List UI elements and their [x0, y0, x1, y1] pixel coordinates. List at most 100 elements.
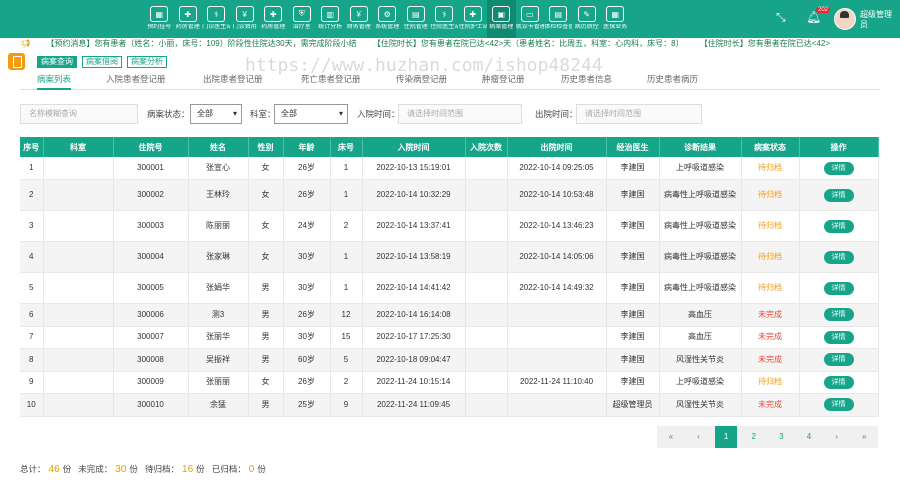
nav-item[interactable]: ⛨ 治疗室	[288, 0, 317, 38]
discharge-time-input[interactable]: 请选择时间范围	[576, 104, 702, 124]
subnav-record-query[interactable]: 病案查询	[37, 56, 77, 68]
nav-item[interactable]: ✚ 药房管理	[259, 0, 288, 38]
module-nav: ▦ 预约挂号 ✚ 药房管理 ⚕ 门诊医生站 ¥ 门诊费用 ✚ 药房管理 ⛨ 治疗室 ▥ 统计分析 ¥ 财务管理…	[145, 0, 630, 38]
detail-button[interactable]: 详情	[823, 353, 854, 367]
table-cell: 男	[248, 393, 284, 417]
bed-icon: ▤	[406, 6, 425, 22]
detail-button[interactable]: 详情	[823, 250, 854, 264]
nav-item-label: 门诊费用	[232, 24, 257, 30]
table-cell	[465, 303, 508, 327]
ticker-message[interactable]: 【预约消息】您有患者（姓名：小丽，床号：109）阶段性住院达30天，需完成阶段小…	[46, 38, 356, 50]
nav-item[interactable]: ▭ 就诊卡管理	[516, 0, 545, 38]
nav-item[interactable]: ¥ 财务管理	[345, 0, 374, 38]
table-cell: 男	[248, 348, 284, 372]
table-cell: 王林玲	[188, 179, 249, 211]
table-cell: 2	[20, 179, 44, 211]
table-body: 1 300001 张宣心女 26岁 1 2022-10-13 15:19:01 2022-1…	[20, 157, 879, 417]
nav-item[interactable]: ⚙ 系统管理	[373, 0, 402, 38]
nav-item[interactable]: ✎ 病历质控	[573, 0, 602, 38]
page-button[interactable]: 3	[770, 426, 792, 448]
table-cell: 详情	[799, 326, 879, 349]
table-cell	[465, 371, 508, 394]
search-input[interactable]: 名称模糊查询	[20, 104, 138, 124]
column-header: 入院次数	[465, 137, 508, 157]
table-cell: 26岁	[283, 179, 331, 211]
calendar-icon: ▦	[150, 6, 169, 22]
nav-item[interactable]: ▦ 预约挂号	[145, 0, 174, 38]
tab-history-info[interactable]: 历史患者信息	[561, 73, 612, 85]
table-cell: 未完成	[741, 303, 800, 327]
card-icon: ▭	[520, 6, 539, 22]
table-cell: 12	[330, 303, 363, 327]
ticker-message[interactable]: 【住院时长】您有患者在院已达<42>	[700, 38, 830, 50]
shrink-icon[interactable]: ⤡	[776, 10, 786, 25]
nav-item[interactable]: ▣ 病案管理	[487, 0, 516, 38]
table-cell: 25岁	[283, 393, 331, 417]
column-header: 病案状态	[741, 137, 800, 157]
detail-button[interactable]: 详情	[823, 219, 854, 233]
nav-item-label: 病历质控	[574, 24, 599, 30]
table-cell: 张宣心	[188, 157, 249, 180]
table-cell: 1	[330, 272, 363, 304]
table-cell	[465, 241, 508, 273]
table-cell: 9	[330, 393, 363, 417]
column-header: 科室	[43, 137, 114, 157]
nav-item[interactable]: ✚ 药房管理	[174, 0, 203, 38]
admit-time-input[interactable]: 请选择时间范围	[398, 104, 522, 124]
page-button[interactable]: 4	[798, 426, 820, 448]
table-cell: 李建国	[606, 210, 660, 242]
detail-button[interactable]: 详情	[823, 375, 854, 389]
tab-record-list[interactable]: 病案列表	[37, 73, 72, 90]
tab-tumor-register[interactable]: 肿瘤登记册	[482, 73, 525, 85]
nav-item[interactable]: ✚ 住院护士站	[459, 0, 488, 38]
detail-button[interactable]: 详情	[823, 281, 854, 295]
detail-button[interactable]: 详情	[823, 308, 854, 322]
avatar[interactable]	[834, 8, 856, 30]
detail-button[interactable]: 详情	[823, 161, 854, 175]
user-name[interactable]: 超级管理员	[860, 10, 896, 30]
nav-item[interactable]: ⚕ 门诊医生站	[202, 0, 231, 38]
detail-button[interactable]: 详情	[823, 330, 854, 344]
nav-item[interactable]: ▥ 统计分析	[316, 0, 345, 38]
ticker-message[interactable]: 【住院时长】您有患者在院已达<42>天（患者姓名：比周五，科室：心内科，床号：8…	[373, 38, 684, 50]
tab-admission-register[interactable]: 入院患者登记册	[106, 73, 166, 85]
pending-unit: 份	[196, 464, 205, 474]
table-cell: 李建国	[606, 272, 660, 304]
nav-item[interactable]: ¥ 门诊费用	[231, 0, 260, 38]
table-cell: 上呼吸道感染	[659, 371, 742, 394]
subnav-record-analysis[interactable]: 病案分析	[127, 56, 167, 68]
table-cell: 2022-10-14 14:41:42	[362, 272, 466, 304]
table-cell: 详情	[799, 303, 879, 327]
table-cell: 15	[330, 326, 363, 349]
tab-discharge-register[interactable]: 出院患者登记册	[203, 73, 263, 85]
page-button[interactable]: ‹	[687, 426, 709, 448]
table-row: 6 300006 测3 男 26岁 12 2022-10-14 16:14:08 李建国 高血压…	[20, 303, 879, 327]
nav-item[interactable]: ▤ 体检检查管理	[544, 0, 573, 38]
nav-item-label: 药房管理	[261, 24, 286, 30]
dept-select[interactable]: 全部	[274, 104, 348, 124]
table-cell: 女	[248, 210, 284, 242]
nav-item[interactable]: ⚕ 住院医生站	[430, 0, 459, 38]
page-button[interactable]: »	[853, 426, 875, 448]
tab-history-records[interactable]: 历史患者病历	[647, 73, 698, 85]
detail-button[interactable]: 详情	[823, 398, 854, 412]
page-button[interactable]: 2	[743, 426, 765, 448]
table-cell: 2022-10-17 17:25:30	[362, 326, 466, 349]
nav-item[interactable]: ▤ 住院管理	[402, 0, 431, 38]
table-cell: 2022-11-24 11:09:45	[362, 393, 466, 417]
nav-item[interactable]: ▦ 医保业务	[601, 0, 630, 38]
page-button[interactable]: «	[660, 426, 682, 448]
detail-button[interactable]: 详情	[823, 188, 854, 202]
table-cell: 未完成	[741, 348, 800, 372]
status-select[interactable]: 全部	[190, 104, 242, 124]
subnav-record-borrow[interactable]: 病案借阅	[82, 56, 122, 68]
table-cell	[43, 272, 114, 304]
tab-death-register[interactable]: 死亡患者登记册	[301, 73, 361, 85]
page-button[interactable]: 1	[715, 426, 738, 448]
tab-infectious-register[interactable]: 传染病登记册	[396, 73, 447, 85]
page-button[interactable]: ›	[826, 426, 848, 448]
table-cell: 2022-11-24 10:15:14	[362, 371, 466, 394]
speaker-icon: 📢︎	[20, 39, 31, 48]
summary-bar: 总计： 46 份 未完成： 30 份 待归档： 16 份 已归档： 0 份	[20, 463, 266, 475]
table-cell: 李建国	[606, 157, 660, 180]
